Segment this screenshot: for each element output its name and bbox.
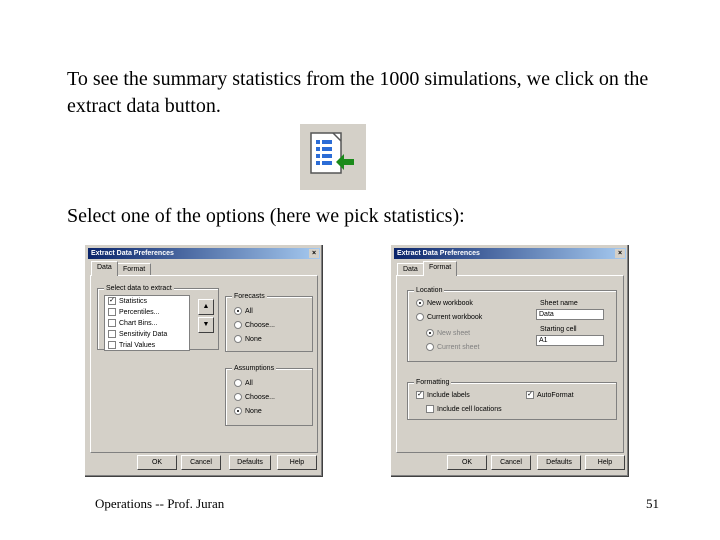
assumption-all-radio[interactable]: All bbox=[234, 379, 253, 389]
dialog-title-bar: Extract Data Preferences × bbox=[88, 248, 320, 259]
checkbox-checked-icon[interactable]: ✓ bbox=[416, 391, 424, 400]
list-item-percentiles[interactable]: Percentiles... bbox=[105, 307, 189, 318]
instruction-paragraph-1: To see the summary statistics from the 1… bbox=[67, 68, 649, 117]
radio-icon[interactable] bbox=[234, 393, 242, 402]
radio-selected-icon[interactable] bbox=[234, 407, 242, 416]
list-item-trial-values[interactable]: Trial Values bbox=[105, 340, 189, 351]
forecast-choose-radio[interactable]: Choose... bbox=[234, 321, 275, 331]
arrow-up-icon: ▲ bbox=[202, 303, 210, 310]
list-item-sensitivity[interactable]: Sensitivity Data bbox=[105, 329, 189, 340]
assumption-none-radio[interactable]: None bbox=[234, 407, 262, 417]
extract-data-button[interactable] bbox=[300, 124, 366, 190]
move-up-button[interactable]: ▲ bbox=[198, 299, 214, 315]
formatting-label: Formatting bbox=[414, 378, 452, 387]
tab-page: Select data to extract ✓ Statistics Perce… bbox=[90, 275, 318, 453]
arrow-down-icon: ▼ bbox=[202, 321, 210, 328]
forecast-all-radio[interactable]: All bbox=[234, 307, 253, 317]
tab-page: Location New workbook Current workbook N… bbox=[396, 275, 624, 453]
formatting-group: Formatting ✓ Include labels ✓ AutoFormat I… bbox=[407, 378, 617, 420]
radio-selected-icon[interactable] bbox=[426, 329, 434, 338]
forecasts-group: Forecasts All Choose... None bbox=[225, 292, 313, 352]
radio-selected-icon[interactable] bbox=[416, 299, 424, 308]
autoformat-checkbox[interactable]: ✓ AutoFormat bbox=[526, 391, 574, 401]
tab-format[interactable]: Format bbox=[423, 261, 458, 276]
defaults-button[interactable]: Defaults bbox=[537, 455, 581, 470]
location-label: Location bbox=[414, 286, 445, 295]
forecasts-label: Forecasts bbox=[232, 292, 267, 301]
help-button[interactable]: Help bbox=[585, 455, 625, 470]
list-item-chart-bins[interactable]: Chart Bins... bbox=[105, 318, 189, 329]
checkbox-icon[interactable] bbox=[108, 341, 116, 350]
cancel-button[interactable]: Cancel bbox=[181, 455, 221, 470]
checkbox-icon[interactable] bbox=[426, 405, 434, 414]
checkbox-icon[interactable] bbox=[108, 308, 116, 317]
extract-data-dialog-data-tab: Extract Data Preferences × Data Format S… bbox=[84, 244, 324, 478]
select-data-label: Select data to extract bbox=[104, 284, 174, 293]
page-number: 51 bbox=[646, 496, 659, 511]
defaults-button[interactable]: Defaults bbox=[229, 455, 271, 470]
checkbox-checked-icon[interactable]: ✓ bbox=[108, 297, 116, 306]
close-icon[interactable]: × bbox=[615, 249, 625, 258]
assumptions-group: Assumptions All Choose... None bbox=[225, 364, 313, 426]
current-sheet-radio[interactable]: Current sheet bbox=[426, 343, 479, 353]
current-workbook-radio[interactable]: Current workbook bbox=[416, 313, 482, 323]
ok-button[interactable]: OK bbox=[447, 455, 487, 470]
checkbox-checked-icon[interactable]: ✓ bbox=[526, 391, 534, 400]
location-group: Location New workbook Current workbook N… bbox=[407, 286, 617, 362]
checkbox-icon[interactable] bbox=[108, 319, 116, 328]
dialog-title-bar: Extract Data Preferences × bbox=[394, 248, 626, 259]
include-labels-checkbox[interactable]: ✓ Include labels bbox=[416, 391, 470, 401]
radio-icon[interactable] bbox=[416, 313, 424, 322]
radio-icon[interactable] bbox=[234, 321, 242, 330]
radio-selected-icon[interactable] bbox=[234, 307, 242, 316]
forecast-none-radio[interactable]: None bbox=[234, 335, 262, 345]
help-button[interactable]: Help bbox=[277, 455, 317, 470]
extract-data-icon bbox=[310, 132, 354, 174]
assumption-choose-radio[interactable]: Choose... bbox=[234, 393, 275, 403]
slide-footer: Operations -- Prof. Juran bbox=[95, 496, 225, 511]
move-down-button[interactable]: ▼ bbox=[198, 317, 214, 333]
starting-cell-field[interactable]: A1 bbox=[536, 335, 604, 346]
radio-icon[interactable] bbox=[426, 343, 434, 352]
new-sheet-radio[interactable]: New sheet bbox=[426, 329, 470, 339]
dialog-title: Extract Data Preferences bbox=[397, 250, 480, 257]
close-icon[interactable]: × bbox=[309, 249, 319, 258]
checkbox-icon[interactable] bbox=[108, 330, 116, 339]
list-item-statistics[interactable]: ✓ Statistics bbox=[105, 296, 189, 307]
sheet-name-field[interactable]: Data bbox=[536, 309, 604, 320]
radio-icon[interactable] bbox=[234, 335, 242, 344]
select-data-group: Select data to extract ✓ Statistics Perce… bbox=[97, 284, 219, 351]
new-workbook-radio[interactable]: New workbook bbox=[416, 299, 473, 309]
sheet-name-label: Sheet name bbox=[540, 300, 578, 307]
assumptions-label: Assumptions bbox=[232, 364, 277, 373]
radio-icon[interactable] bbox=[234, 379, 242, 388]
starting-cell-label: Starting cell bbox=[540, 326, 577, 333]
extract-data-dialog-format-tab: Extract Data Preferences × Data Format L… bbox=[390, 244, 630, 478]
ok-button[interactable]: OK bbox=[137, 455, 177, 470]
tab-data[interactable]: Data bbox=[91, 261, 118, 276]
dialog-title: Extract Data Preferences bbox=[91, 250, 174, 257]
instruction-paragraph-2: Select one of the options (here we pick … bbox=[67, 205, 465, 227]
data-listbox[interactable]: ✓ Statistics Percentiles... Chart Bins...… bbox=[104, 295, 190, 351]
include-cell-locations-checkbox[interactable]: Include cell locations bbox=[426, 405, 502, 415]
cancel-button[interactable]: Cancel bbox=[491, 455, 531, 470]
